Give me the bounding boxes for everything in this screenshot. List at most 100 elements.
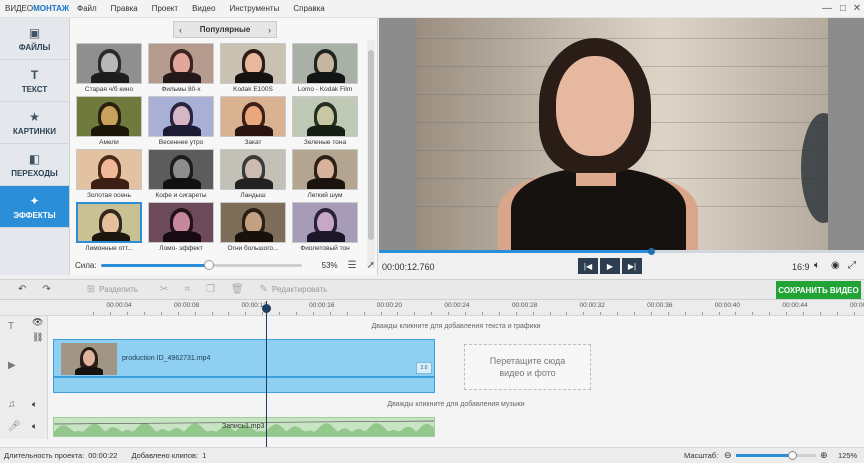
sidebar-item-label: ЭФФЕКТЫ [13,210,56,220]
undo-icon[interactable]: ↶ [0,284,34,295]
filter-item[interactable]: Ландыш [219,149,287,199]
video-frame[interactable] [416,18,828,250]
playback-progress[interactable] [379,248,864,255]
duration-label: Длительность проекта: [4,451,85,460]
skip-forward-button[interactable]: ▶| [622,258,642,274]
chevron-left-icon[interactable]: ‹ [174,25,187,35]
speaker-icon[interactable]: 🔈︎ [32,399,37,410]
menu-tools[interactable]: Инструменты [222,4,286,13]
effects-scrollbar[interactable] [367,40,375,268]
filter-label: Лимонные отт... [85,245,133,252]
edit-button[interactable]: Редактировать [272,285,327,294]
filter-label: Фильмы 80-х [161,86,201,93]
thumb-body [92,232,130,241]
audio-clip[interactable]: Запись1.mp3 [53,417,435,437]
zoom-slider-knob[interactable] [788,451,797,460]
filter-item[interactable]: Огни большого... [219,202,287,252]
volume-icon[interactable]: 🔈︎ [814,260,820,271]
strength-slider-knob[interactable] [204,259,215,270]
filter-item[interactable]: Закат [219,96,287,146]
filter-item[interactable]: Весеннее утро [147,96,215,146]
sidebar-item-files[interactable]: ▣ ФАЙЛЫ [0,18,69,60]
sidebar-item-pictures[interactable]: ★ КАРТИНКИ [0,102,69,144]
skip-back-icon: |◀ [583,261,593,271]
thumb-face [245,212,262,233]
crop-icon[interactable]: ⌗ [176,284,198,295]
thumb-face [317,106,334,127]
filter-label: Весеннее утро [158,139,204,146]
filter-label: Старая ч/б кино [84,86,134,93]
adjust-icon[interactable]: ☰ [348,260,357,271]
zoom-slider-fill [736,454,792,457]
sidebar-item-label: КАРТИНКИ [13,126,56,136]
filter-item[interactable]: Амели [75,96,143,146]
playhead[interactable] [266,301,267,447]
aspect-ratio[interactable]: 16:9 [792,262,810,272]
menu-video[interactable]: Видео [185,4,222,13]
filter-label: Легкий шум [307,192,343,199]
fullscreen-icon[interactable]: ⤢ [848,260,856,271]
split-button[interactable]: Разделить [99,285,138,294]
skip-forward-icon: ▶| [627,261,637,271]
menu-edit[interactable]: Правка [104,4,145,13]
filter-item[interactable]: Lomo - Kodak Film [291,43,359,93]
logo-brand: МОНТАЖ [33,4,70,13]
timecode: 00:00:12.760 [382,262,435,272]
redo-icon[interactable]: ↷ [34,284,58,295]
copy-icon[interactable]: ❐ [198,284,223,295]
sidebar-item-label: ТЕКСТ [21,84,48,94]
edit-toolbar: ↶ ↷ ⊞ Разделить ✂ ⌗ ❐ 🗑︎ ✎ Редактировать… [0,279,864,300]
save-video-button[interactable]: СОХРАНИТЬ ВИДЕО [776,281,861,299]
filter-item[interactable]: Фильмы 80-х [147,43,215,93]
thumb-body [163,178,201,189]
filter-thumbnail [292,96,358,137]
filter-thumbnail [220,43,286,84]
scrollbar-thumb[interactable] [368,50,374,240]
skip-back-button[interactable]: |◀ [578,258,598,274]
sidebar-item-transitions[interactable]: ◧ ПЕРЕХОДЫ [0,144,69,186]
filter-item[interactable]: Кофе и сигареты [147,149,215,199]
filter-item[interactable]: Лимонные отт... [75,202,143,252]
zoom-in-icon[interactable]: ⊕ [820,450,828,461]
video-brick-line [416,38,828,39]
link-icon[interactable]: ⛓ [32,332,43,343]
star-icon: ★ [29,109,40,124]
menu-project[interactable]: Проект [145,4,185,13]
pin-icon[interactable]: ➚ [367,260,375,271]
sidebar-item-effects[interactable]: ✦ ЭФФЕКТЫ [0,186,69,228]
cut-icon[interactable]: ✂ [152,284,176,295]
thumb-face [317,159,334,180]
strength-slider[interactable] [100,259,302,270]
status-bar: Длительность проекта: 00:00:22 Добавлено… [0,447,864,463]
filter-item[interactable]: Легкий шум [291,149,359,199]
filter-item[interactable]: Зеленые тона [291,96,359,146]
play-button[interactable]: ▶ [600,258,620,274]
thumb-body [91,125,129,136]
filter-label: Золотая осень [86,192,132,199]
visibility-icon[interactable]: 👁︎ [32,317,43,328]
filter-label: Зеленые тона [303,139,347,146]
filter-label: Закат [244,139,262,146]
thumb-body [235,72,273,83]
duration-value: 00:00:22 [88,451,118,460]
filter-item[interactable]: Золотая осень [75,149,143,199]
zoom-out-icon[interactable]: ⊖ [724,450,732,461]
filter-item[interactable]: Старая ч/б кино [75,43,143,93]
delete-icon[interactable]: 🗑︎ [223,284,252,295]
camera-icon[interactable]: ◉ [831,260,840,271]
menu-file[interactable]: Файл [70,4,104,13]
close-icon[interactable]: ✕ [848,0,864,18]
zoom-slider[interactable] [736,451,816,460]
thumb-face [245,53,262,74]
playhead-handle[interactable] [262,304,271,313]
chevron-right-icon[interactable]: › [263,25,276,35]
filter-label: Кофе и сигареты [155,192,207,199]
playback-knob[interactable] [647,248,655,255]
filter-item[interactable]: Kodak E100S [219,43,287,93]
thumb-body [163,125,201,136]
filter-item[interactable]: Ломо- эффект [147,202,215,252]
menu-help[interactable]: Справка [286,4,331,13]
speaker-icon[interactable]: 🔈︎ [32,421,37,432]
sidebar-item-text[interactable]: T ТЕКСТ [0,60,69,102]
filter-item[interactable]: Фиолетовый тон [291,202,359,252]
